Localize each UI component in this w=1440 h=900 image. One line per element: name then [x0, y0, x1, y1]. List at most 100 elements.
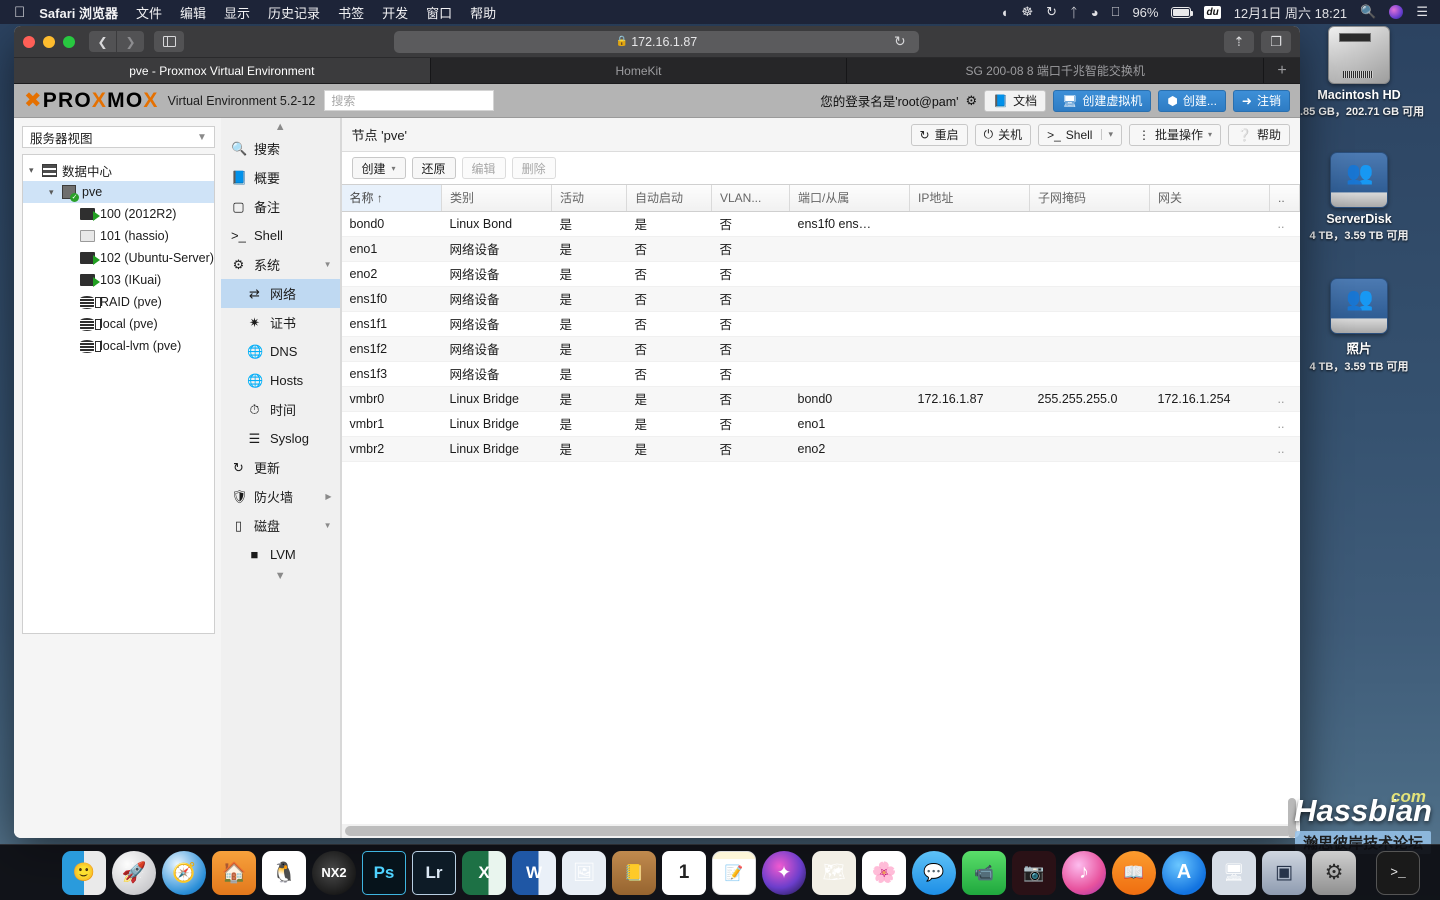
back-chevron-icon[interactable]: ❮: [89, 31, 116, 52]
menu-item-磁盘[interactable]: ▯ 磁盘 ▼: [221, 511, 340, 540]
creative-cloud-icon[interactable]: ◖: [1001, 5, 1009, 20]
virtualbox-icon[interactable]: ▣: [1262, 850, 1306, 895]
sidebar-toggle-icon[interactable]: [154, 31, 184, 52]
reload-icon[interactable]: ↻: [894, 33, 906, 50]
menu-scroll-up-icon[interactable]: ▲: [221, 120, 340, 134]
menu-item-5[interactable]: 书签: [338, 3, 364, 22]
create-ct-button[interactable]: ⬢ 创建...: [1158, 89, 1226, 112]
notification-center-icon[interactable]: ☰: [1416, 4, 1428, 20]
desktop-icon-serverdisk[interactable]: 👥 ServerDisk 4 TB，3.59 TB 可用: [1284, 152, 1434, 243]
desktop-icon-macintosh-hd[interactable]: Macintosh HD 9.85 GB，202.71 GB 可用: [1284, 26, 1434, 119]
menu-item-2[interactable]: 编辑: [180, 3, 206, 22]
menu-item-3[interactable]: 显示: [224, 3, 250, 22]
network-table-row[interactable]: ens1f2 网络设备是否否: [341, 336, 1300, 362]
tree-node-3[interactable]: 101 (hassio): [23, 225, 214, 247]
menu-item-防火墙[interactable]: 🛡 防火墙 ▶: [221, 482, 340, 511]
horizontal-scrollbar[interactable]: [341, 824, 1300, 838]
menu-bar-clock[interactable]: 12月1日 周六 18:21: [1234, 3, 1347, 22]
menu-item-4[interactable]: 历史记录: [268, 3, 320, 22]
network-table-row[interactable]: ens1f3 网络设备是否否: [341, 361, 1300, 387]
create-network-button[interactable]: 创建 ▾: [351, 157, 406, 179]
maximize-window-button[interactable]: [63, 35, 75, 48]
photoshop-icon[interactable]: Ps: [362, 850, 406, 895]
spotlight-search-icon[interactable]: 🔍: [1360, 4, 1376, 20]
bulk-actions-button[interactable]: ⋮ 批量操作 ▾: [1129, 123, 1222, 146]
new-tab-button[interactable]: +: [1264, 58, 1300, 83]
chevron-right-icon[interactable]: ▶: [325, 492, 331, 501]
forward-chevron-icon[interactable]: ❯: [117, 31, 144, 52]
network-table-row[interactable]: ens1f0 网络设备是否否: [341, 286, 1300, 312]
show-all-tabs-icon[interactable]: ❐: [1261, 30, 1291, 53]
edit-button[interactable]: 编辑: [461, 157, 506, 179]
itunes-icon[interactable]: ♪: [1062, 850, 1106, 895]
create-vm-button[interactable]: 🖥 创建虚拟机: [1053, 89, 1152, 112]
logout-button[interactable]: ➜ 注销: [1232, 89, 1290, 112]
tree-node-6[interactable]: RAID (pve): [23, 291, 214, 313]
close-window-button[interactable]: [23, 35, 35, 48]
menu-item-证书[interactable]: ✷ 证书: [221, 308, 340, 337]
photos-icon[interactable]: 🌸: [862, 850, 906, 895]
contacts-icon[interactable]: 📒: [612, 850, 656, 895]
tree-node-5[interactable]: 103 (IKuai): [23, 269, 214, 291]
delete-button[interactable]: 删除: [511, 157, 556, 179]
network-col-header-0[interactable]: 名称 ↑: [341, 185, 442, 212]
tree-expand-arrow[interactable]: ▾: [49, 187, 62, 198]
browser-tab-0[interactable]: pve - Proxmox Virtual Environment: [14, 58, 431, 83]
network-table-row[interactable]: bond0 Linux Bond 是是否 ens1f0 ens…..: [341, 211, 1300, 237]
airplay-icon[interactable]: ⎕: [1112, 4, 1120, 20]
menu-item-syslog[interactable]: ☰ Syslog: [221, 424, 340, 453]
chevron-down-icon[interactable]: ▼: [324, 260, 332, 269]
revert-button[interactable]: 还原: [411, 157, 456, 179]
menu-item-1[interactable]: 文件: [136, 3, 162, 22]
battery-charging-icon[interactable]: [1171, 6, 1194, 18]
address-bar[interactable]: 🔒 172.16.1.87: [394, 30, 919, 53]
tree-node-0[interactable]: ▾ 数据中心: [23, 159, 214, 181]
siri-icon[interactable]: [1389, 5, 1404, 19]
menu-item-时间[interactable]: ⏱ 时间: [221, 395, 340, 424]
menu-item-lvm[interactable]: ■ LVM: [221, 540, 340, 569]
menu-item-8[interactable]: 帮助: [470, 3, 496, 22]
ibooks-icon[interactable]: 📖: [1112, 850, 1156, 895]
network-col-header-1[interactable]: 类别: [441, 185, 552, 212]
shell-dropdown-caret[interactable]: ▾: [1101, 129, 1113, 140]
network-table-row[interactable]: ens1f1 网络设备是否否: [341, 311, 1300, 337]
shell-button[interactable]: >_ Shell ▾: [1038, 123, 1122, 146]
network-col-header-6[interactable]: IP地址: [909, 185, 1030, 212]
preview-icon[interactable]: 🖼: [562, 850, 606, 895]
tree-expand-arrow[interactable]: ▾: [29, 165, 42, 176]
network-col-header-8[interactable]: 网关: [1149, 185, 1270, 212]
network-table-row[interactable]: eno2 网络设备是否否: [341, 261, 1300, 287]
tree-node-7[interactable]: local (pve): [23, 313, 214, 335]
remote-desktop-icon[interactable]: 🖥: [1212, 850, 1256, 895]
safari-icon[interactable]: 🧭: [162, 850, 206, 895]
nx2-icon[interactable]: NX2: [312, 850, 356, 895]
menu-item-搜索[interactable]: 🔍 搜索: [221, 134, 340, 163]
network-col-header-2[interactable]: 活动: [551, 185, 627, 212]
du-icon[interactable]: du: [1204, 5, 1221, 19]
menu-item-6[interactable]: 开发: [382, 3, 408, 22]
menu-item-概要[interactable]: 📘 概要: [221, 163, 340, 192]
browser-tab-2[interactable]: SG 200-08 8 端口千兆智能交换机: [847, 58, 1265, 83]
menu-item-shell[interactable]: >_ Shell: [221, 221, 340, 250]
search-input[interactable]: 搜索: [324, 90, 495, 111]
menu-scroll-down-icon[interactable]: ▼: [221, 569, 340, 583]
terminal-icon[interactable]: >_: [1376, 850, 1420, 895]
word-icon[interactable]: W: [512, 850, 556, 895]
menu-item-hosts[interactable]: 🌐 Hosts: [221, 366, 340, 395]
desktop-icon-photos-drive[interactable]: 👥 照片 4 TB，3.59 TB 可用: [1284, 278, 1434, 374]
network-table-row[interactable]: vmbr0 Linux Bridge 是是否 bond0 172.16.1.87 255.…: [341, 386, 1300, 412]
maps-icon[interactable]: 🗺: [812, 850, 856, 895]
network-col-header-7[interactable]: 子网掩码: [1029, 185, 1150, 212]
tree-node-8[interactable]: local-lvm (pve): [23, 335, 214, 357]
menu-item-dns[interactable]: 🌐 DNS: [221, 337, 340, 366]
notes-icon[interactable]: 📝: [712, 850, 756, 895]
screen-sharing-icon[interactable]: ☸: [1021, 4, 1033, 20]
bulk-dropdown-caret[interactable]: ▾: [1208, 130, 1212, 139]
minimize-window-button[interactable]: [43, 35, 55, 48]
tree-node-4[interactable]: 102 (Ubuntu-Server): [23, 247, 214, 269]
network-col-header-9[interactable]: ..: [1269, 185, 1300, 212]
calendar-icon[interactable]: 1: [662, 850, 706, 895]
network-table-row[interactable]: eno1 网络设备是否否: [341, 236, 1300, 262]
finder-icon[interactable]: 🙂: [62, 850, 106, 895]
time-machine-icon[interactable]: ↻: [1046, 4, 1057, 20]
